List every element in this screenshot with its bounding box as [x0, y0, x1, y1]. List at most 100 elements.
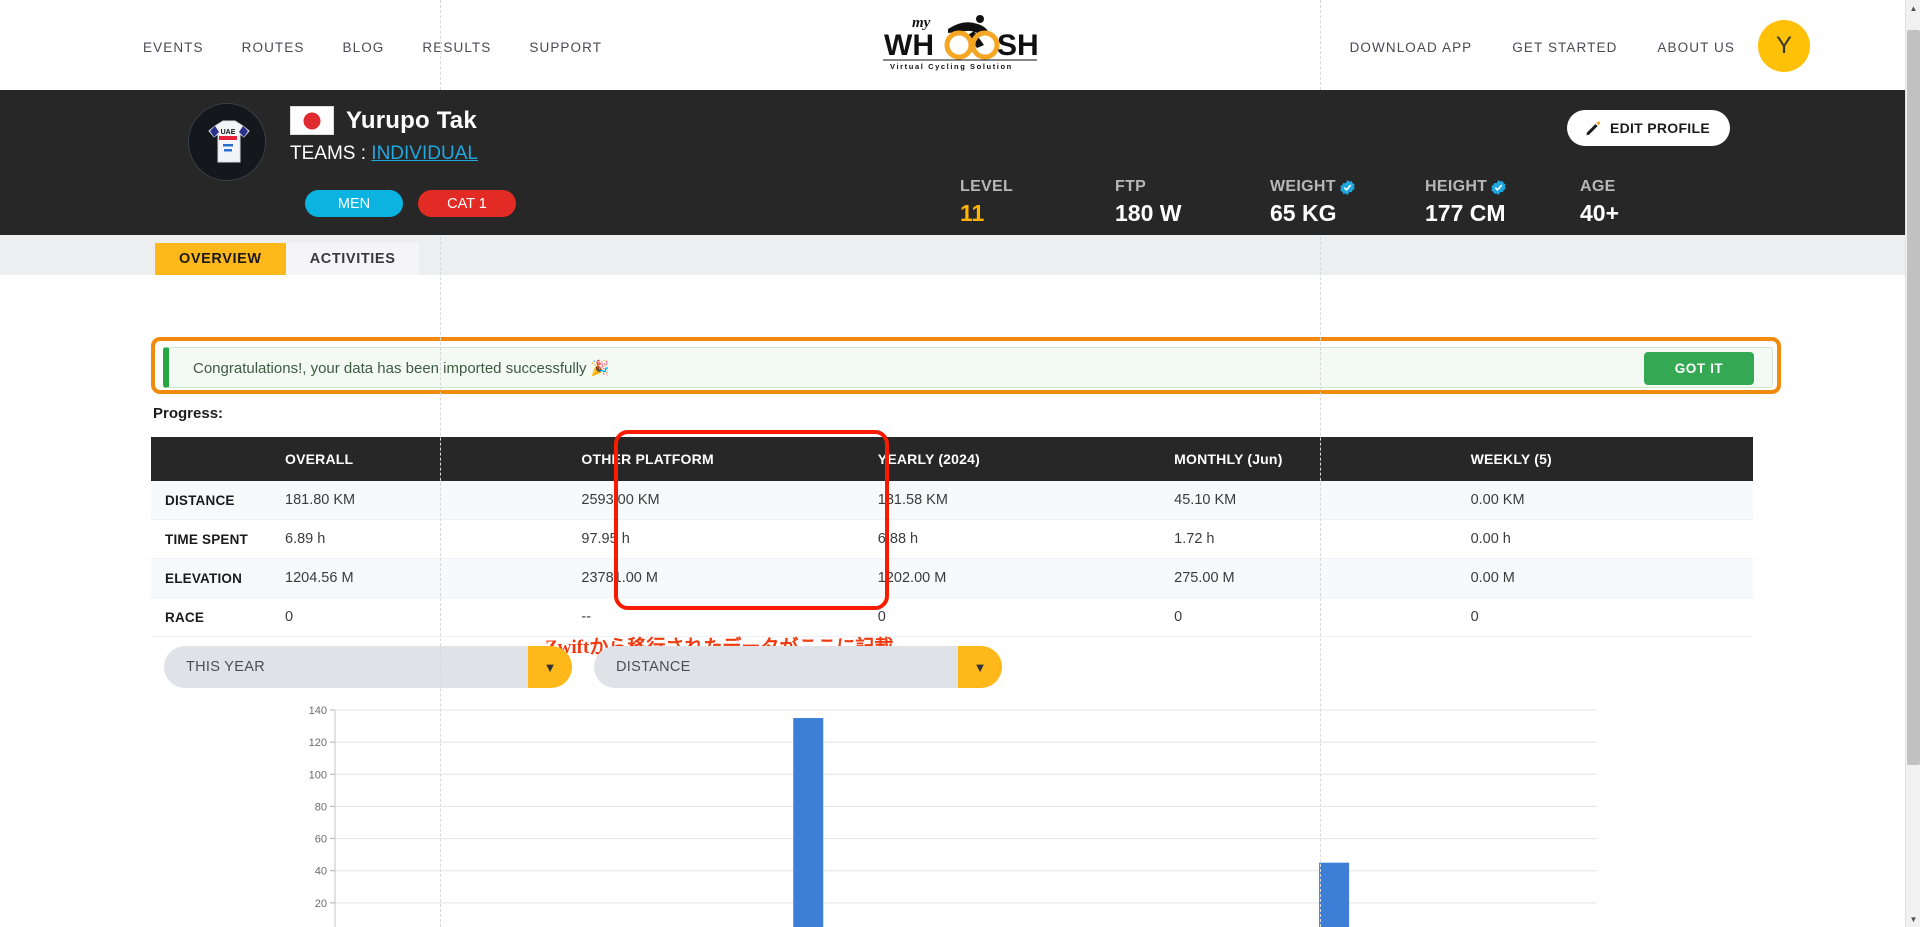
svg-text:40: 40	[315, 866, 327, 878]
cell-distance-yearly: 181.58 KM	[863, 481, 1161, 520]
cell-elevation-weekly: 0.00 M	[1456, 558, 1753, 598]
cell-race-monthly: 0	[1160, 597, 1457, 637]
layout-guide-right	[1320, 0, 1321, 90]
verified-badge-icon	[1491, 179, 1506, 195]
profile-badges: MEN CAT 1	[305, 190, 516, 217]
cell-distance-monthly: 45.10 KM	[1160, 481, 1457, 520]
cell-elevation-monthly: 275.00 M	[1160, 558, 1457, 598]
cell-distance-weekly: 0.00 KM	[1456, 481, 1753, 520]
cell-distance-other: 2593.00 KM	[567, 481, 864, 520]
cell-time-weekly: 0.00 h	[1456, 519, 1753, 559]
table-row: TIME SPENT 6.89 h 97.95 h 6.88 h 1.72 h …	[151, 519, 1753, 559]
profile-stats: LEVEL 11 FTP 180 W WEIGHT 65 KG HEIGHT 1…	[960, 178, 1735, 227]
stat-level-value: 11	[960, 200, 985, 226]
triangle-up-icon[interactable]: ▲	[1906, 0, 1920, 16]
teams-link[interactable]: INDIVIDUAL	[371, 143, 478, 164]
table-row: ELEVATION 1204.56 M 23781.00 M 1202.00 M…	[151, 558, 1753, 598]
progress-title: Progress:	[153, 405, 224, 422]
cell-time-monthly: 1.72 h	[1160, 519, 1457, 559]
table-header-row: OVERALL OTHER PLATFORM YEARLY (2024) MON…	[151, 437, 1753, 481]
jersey-icon: UAE	[189, 104, 265, 180]
profile-tabs: OVERVIEW ACTIVITIES	[0, 235, 1920, 275]
stat-level-label: LEVEL	[960, 178, 1014, 195]
whoosh-logo-icon: my WH SH Virtual Cycling Solution	[883, 15, 1039, 71]
tab-activities[interactable]: ACTIVITIES	[285, 243, 420, 275]
import-alert-highlight: Congratulations!, your data has been imp…	[151, 337, 1781, 394]
svg-text:140: 140	[309, 705, 327, 717]
nav-download-app[interactable]: DOWNLOAD APP	[1350, 40, 1473, 55]
cell-distance-overall: 181.80 KM	[271, 481, 568, 520]
cell-race-weekly: 0	[1456, 597, 1753, 637]
svg-text:Virtual Cycling Solution: Virtual Cycling Solution	[890, 62, 1013, 71]
nav-get-started[interactable]: GET STARTED	[1512, 40, 1617, 55]
cell-race-overall: 0	[271, 597, 568, 637]
profile-name-row: Yurupo Tak	[290, 106, 478, 135]
col-head-blank	[151, 437, 271, 481]
cell-elevation-overall: 1204.56 M	[271, 558, 568, 598]
svg-text:100: 100	[309, 769, 327, 781]
badge-category[interactable]: CAT 1	[418, 190, 516, 217]
cell-race-yearly: 0	[863, 597, 1161, 637]
cell-time-other: 97.95 h	[567, 519, 864, 559]
scrollbar-thumb[interactable]	[1907, 30, 1920, 765]
col-head-monthly: MONTHLY (Jun)	[1160, 437, 1457, 481]
svg-text:80: 80	[315, 801, 327, 813]
stat-ftp: FTP 180 W	[1115, 178, 1270, 227]
teams-row: TEAMS : INDIVIDUAL	[290, 143, 478, 165]
profile-header: UAE Yurupo Tak TEAMS : INDIVIDUAL MEN CA…	[0, 90, 1920, 235]
svg-text:UAE: UAE	[221, 129, 236, 136]
tab-overview[interactable]: OVERVIEW	[155, 243, 286, 275]
nav-routes[interactable]: ROUTES	[242, 40, 305, 55]
japan-flag-icon	[290, 106, 334, 135]
col-head-other-platform: OTHER PLATFORM	[567, 437, 864, 481]
stat-ftp-value: 180 W	[1115, 200, 1182, 226]
stat-weight: WEIGHT 65 KG	[1270, 178, 1425, 227]
cell-elevation-other: 23781.00 M	[567, 558, 864, 598]
triangle-down-icon[interactable]: ▼	[1906, 911, 1920, 927]
distance-bar-chart[interactable]: 020406080100120140	[290, 705, 1610, 927]
stat-weight-label: WEIGHT	[1270, 178, 1336, 195]
cell-time-yearly: 6.88 h	[863, 519, 1161, 559]
svg-text:60: 60	[315, 834, 327, 846]
table-row: RACE 0 -- 0 0 0	[151, 597, 1753, 637]
edit-profile-button[interactable]: EDIT PROFILE	[1566, 110, 1730, 146]
table-row: DISTANCE 181.80 KM 2593.00 KM 181.58 KM …	[151, 481, 1753, 520]
stat-height-label: HEIGHT	[1425, 178, 1488, 195]
stat-age-value: 40+	[1580, 200, 1620, 226]
svg-text:120: 120	[309, 737, 327, 749]
page-scrollbar[interactable]: ▲ ▼	[1905, 0, 1920, 927]
badge-gender[interactable]: MEN	[305, 190, 403, 217]
progress-table: OVERALL OTHER PLATFORM YEARLY (2024) MON…	[151, 437, 1753, 637]
svg-text:SH: SH	[997, 29, 1039, 62]
row-label-race: RACE	[151, 597, 271, 637]
metric-dropdown-value: DISTANCE	[616, 659, 691, 675]
stat-age: AGE 40+	[1580, 178, 1735, 227]
nav-results[interactable]: RESULTS	[422, 40, 491, 55]
avatar-jersey[interactable]: UAE	[188, 103, 266, 181]
nav-about-us[interactable]: ABOUT US	[1657, 40, 1735, 55]
import-success-alert: Congratulations!, your data has been imp…	[163, 347, 1773, 388]
chevron-down-icon[interactable]: ▼	[958, 646, 1002, 688]
profile-identity: Yurupo Tak TEAMS : INDIVIDUAL	[290, 106, 478, 165]
cell-elevation-yearly: 1202.00 M	[863, 558, 1161, 598]
cell-time-overall: 6.89 h	[271, 519, 568, 559]
nav-blog[interactable]: BLOG	[342, 40, 384, 55]
col-head-weekly: WEEKLY (5)	[1456, 437, 1753, 481]
top-navigation-bar: EVENTS ROUTES BLOG RESULTS SUPPORT my WH…	[0, 0, 1920, 90]
stat-height: HEIGHT 177 CM	[1425, 178, 1580, 227]
nav-events[interactable]: EVENTS	[143, 40, 204, 55]
col-head-overall: OVERALL	[271, 437, 568, 481]
pencil-icon	[1586, 121, 1601, 136]
stat-ftp-label: FTP	[1115, 178, 1147, 195]
secondary-nav-links: DOWNLOAD APP GET STARTED ABOUT US	[1350, 40, 1735, 55]
nav-support[interactable]: SUPPORT	[529, 40, 602, 55]
row-label-distance: DISTANCE	[151, 481, 271, 520]
period-dropdown[interactable]: THIS YEAR ▼	[164, 646, 572, 688]
got-it-button[interactable]: GOT IT	[1644, 352, 1754, 385]
site-logo[interactable]: my WH SH Virtual Cycling Solution	[870, 10, 1050, 72]
col-head-yearly: YEARLY (2024)	[863, 437, 1161, 481]
chevron-down-icon[interactable]: ▼	[528, 646, 572, 688]
alert-message: Congratulations!, your data has been imp…	[193, 359, 610, 377]
user-avatar[interactable]: Y	[1758, 20, 1810, 72]
metric-dropdown[interactable]: DISTANCE ▼	[594, 646, 1002, 688]
